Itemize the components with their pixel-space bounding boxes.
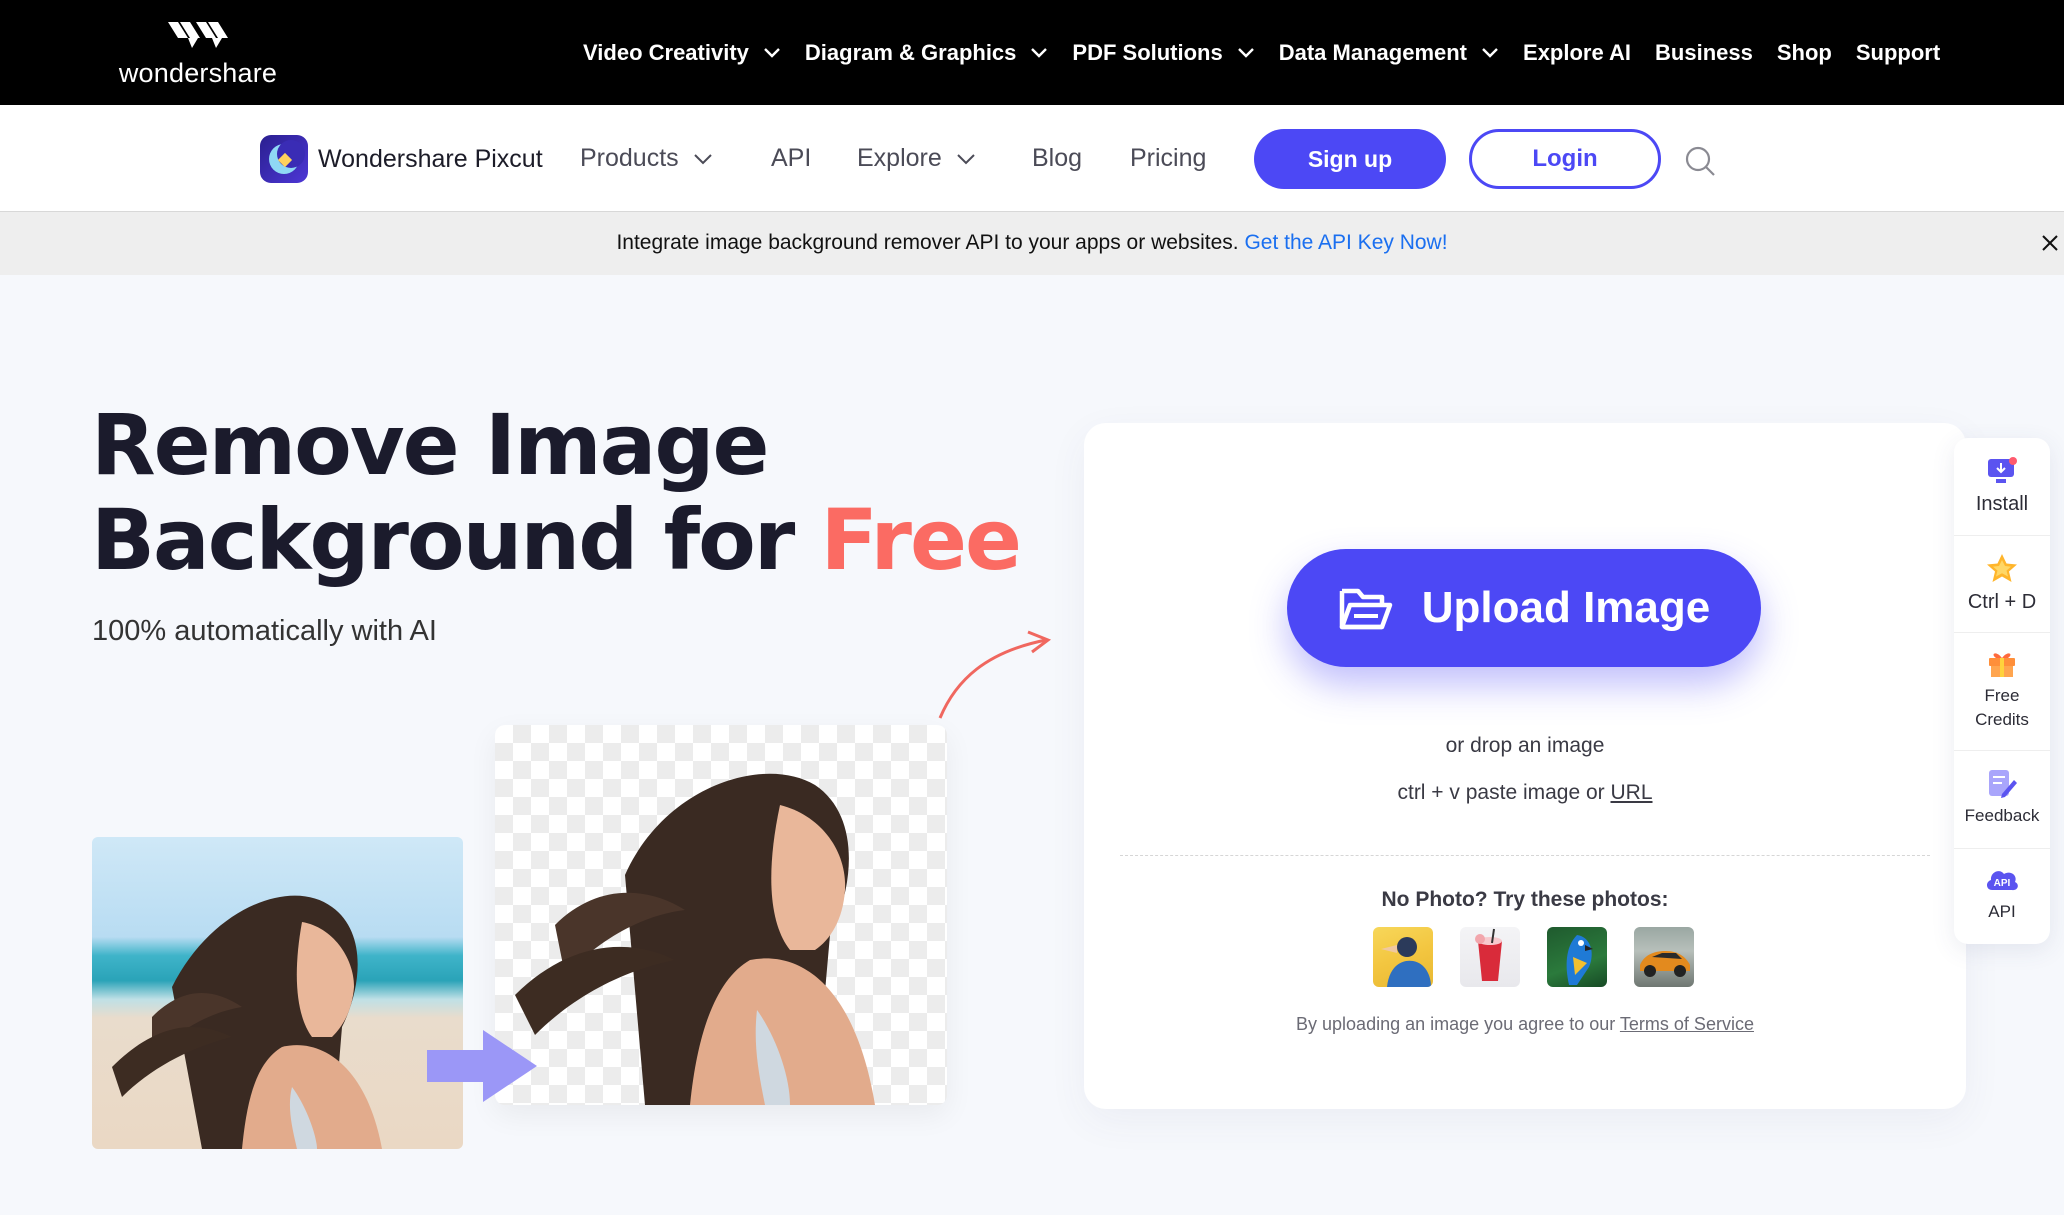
side-toolbar: Install Ctrl + D Free Credits Feedback A… (1954, 438, 2050, 944)
chevron-down-icon (693, 153, 712, 164)
nav-api[interactable]: API (771, 105, 811, 212)
hero-title-highlight: Free (820, 491, 1022, 589)
pixcut-logo-icon (260, 135, 308, 183)
sidebar-item-install[interactable]: Install (1954, 456, 2050, 516)
install-icon (1988, 457, 2017, 483)
announcement-message: Integrate image background remover API t… (616, 231, 1239, 254)
upload-card[interactable] (1084, 423, 1966, 1109)
nav-business[interactable]: Business (1655, 40, 1753, 66)
sample-photo-person[interactable] (1373, 927, 1433, 987)
chevron-down-icon (1482, 47, 1498, 58)
paste-hint-text: ctrl + v paste image or (1397, 781, 1605, 804)
feedback-icon (1989, 770, 2017, 798)
nav-label: Explore (857, 144, 942, 172)
sidebar-divider (1954, 750, 2050, 751)
wondershare-logo-text: wondershare (118, 58, 278, 88)
gift-icon (1989, 653, 2015, 677)
nav-explore[interactable]: Explore (857, 105, 976, 212)
sample-photos (1373, 927, 1721, 987)
sidebar-label: Ctrl + D (1967, 591, 2037, 613)
nav-products[interactable]: Products (580, 105, 713, 212)
svg-text:API: API (1994, 878, 2011, 889)
wondershare-logo-icon (168, 22, 228, 48)
hero-title-prefix: Background for (91, 491, 795, 589)
sample-photo-car[interactable] (1634, 927, 1694, 987)
example-photo-result (495, 725, 947, 1105)
sample-photos-title: No Photo? Try these photos: (1381, 888, 1669, 911)
terms-notice: By uploading an image you agree to our T… (1084, 1014, 1966, 1035)
nav-pricing[interactable]: Pricing (1130, 105, 1206, 212)
nav-video-creativity[interactable]: Video Creativity (583, 40, 781, 66)
sidebar-divider (1954, 632, 2050, 633)
card-divider (1120, 855, 1930, 856)
close-icon[interactable] (2039, 232, 2061, 254)
sidebar-item-free-credits[interactable]: Free Credits (1954, 648, 2050, 732)
sidebar-label: Free (1984, 686, 2020, 705)
sidebar-item-api[interactable]: API API (1954, 866, 2050, 924)
nav-label: Video Creativity (583, 39, 749, 65)
nav-data-management[interactable]: Data Management (1279, 40, 1499, 66)
hero-title: Remove Image Background for Free (91, 396, 1022, 589)
folder-open-icon (1339, 588, 1392, 630)
woman-photo-illustration (112, 895, 382, 1149)
brand-name: Wondershare Pixcut (318, 144, 543, 173)
global-header: wondershare Video Creativity Diagram & G… (0, 0, 2064, 105)
chevron-down-icon (957, 153, 975, 164)
nav-label: Products (580, 144, 679, 172)
nav-explore-ai[interactable]: Explore AI (1523, 40, 1631, 66)
wondershare-logo[interactable]: wondershare (118, 18, 278, 90)
nav-label: Diagram & Graphics (804, 39, 1017, 65)
chevron-down-icon (1237, 47, 1254, 58)
nav-shop[interactable]: Shop (1777, 40, 1832, 66)
nav-diagram-graphics[interactable]: Diagram & Graphics (805, 40, 1049, 66)
hero-title-line2: Background for Free (91, 491, 1022, 589)
sidebar-item-feedback[interactable]: Feedback (1954, 768, 2050, 828)
star-icon (1987, 554, 2017, 582)
drop-hint: or drop an image (1445, 734, 1605, 757)
upload-button-label: Upload Image (1421, 583, 1711, 632)
upload-image-button[interactable]: Upload Image (1287, 549, 1761, 667)
signup-button[interactable]: Sign up (1254, 129, 1446, 189)
product-header: Wondershare Pixcut Products API Explore … (0, 105, 2064, 212)
global-nav: Video Creativity Diagram & Graphics PDF … (583, 0, 1964, 105)
search-icon[interactable] (1684, 145, 1716, 177)
announcement-text: Integrate image background remover API t… (0, 231, 2064, 255)
nav-pdf-solutions[interactable]: PDF Solutions (1072, 40, 1254, 66)
sidebar-label: Feedback (1964, 806, 2040, 825)
login-button[interactable]: Login (1469, 129, 1661, 189)
nav-support[interactable]: Support (1856, 40, 1940, 66)
example-photo-original (92, 837, 463, 1149)
terms-text: By uploading an image you agree to our (1296, 1014, 1616, 1034)
chevron-down-icon (764, 47, 780, 58)
nav-label: Data Management (1278, 39, 1468, 65)
nav-blog[interactable]: Blog (1032, 105, 1082, 212)
paste-hint: ctrl + v paste image or URL (1084, 781, 1966, 805)
arrow-right-icon (427, 1030, 537, 1102)
pixcut-brand[interactable]: Wondershare Pixcut (260, 135, 543, 183)
cutout-woman-illustration (515, 773, 875, 1105)
sample-photo-parrot[interactable] (1547, 927, 1607, 987)
chevron-down-icon (1031, 47, 1048, 58)
url-link[interactable]: URL (1611, 781, 1653, 804)
sidebar-divider (1954, 848, 2050, 849)
nav-label: PDF Solutions (1072, 39, 1223, 65)
announcement-bar: Integrate image background remover API t… (0, 212, 2064, 275)
sidebar-label: API (1988, 902, 2016, 921)
sample-photo-drink[interactable] (1460, 927, 1520, 987)
sidebar-item-bookmark[interactable]: Ctrl + D (1954, 552, 2050, 614)
curved-arrow-icon (938, 630, 1052, 719)
api-key-link[interactable]: Get the API Key Now! (1244, 231, 1447, 254)
sidebar-label: Credits (1975, 710, 2029, 729)
api-icon: API (1986, 871, 2018, 891)
hero-subtitle: 100% automatically with AI (92, 615, 437, 647)
sidebar-divider (1954, 535, 2050, 536)
hero-title-line1: Remove Image (91, 396, 769, 494)
sidebar-label: Install (1975, 493, 2029, 515)
terms-of-service-link[interactable]: Terms of Service (1620, 1014, 1754, 1034)
